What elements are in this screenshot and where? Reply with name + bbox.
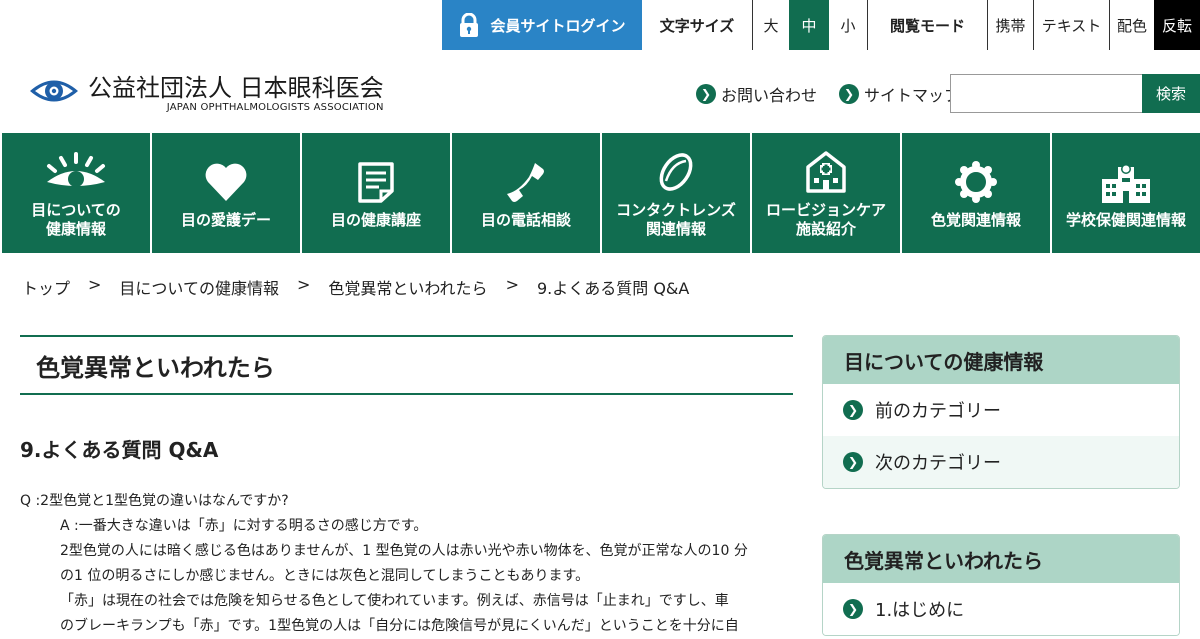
qa-block: Q :2型色覚と1型色覚の違いはなんですか? A :一番大きな違いは「赤」に対す…: [20, 489, 793, 639]
nav-label: 学校保健関連情報: [1065, 210, 1186, 229]
sidebar-item-label: 次のカテゴリー: [875, 453, 1001, 474]
sidebar-category-nav: 目についての健康情報 ❯ 前のカテゴリー ❯ 次のカテゴリー: [822, 335, 1180, 489]
section-title: 9.よくある質問 Q&A: [20, 438, 219, 462]
font-size-medium-button[interactable]: 中: [789, 0, 829, 50]
chevron-right-icon: ❯: [839, 84, 860, 104]
sidebar-item-label: 1.はじめに: [875, 600, 965, 621]
eye-icon: [45, 149, 107, 195]
search-button[interactable]: 検索: [1142, 74, 1200, 113]
logo-text: 公益社団法人 日本眼科医会 JAPAN OPHTHALMOLOGISTS ASS…: [88, 74, 384, 113]
sidebar-item-intro[interactable]: ❯ 1.はじめに: [823, 583, 1179, 635]
facility-icon: [806, 149, 846, 195]
nav-item-eye-health[interactable]: 目についての 健康情報: [2, 133, 150, 253]
chevron-right-icon: ❯: [696, 84, 716, 104]
answer-line: 「赤」は現在の社会では危険を知らせる色として使われています。例えば、赤信号は「止…: [60, 593, 729, 609]
font-size-large-button[interactable]: 大: [752, 0, 789, 50]
view-mode-label: 閲覧モード: [867, 0, 987, 50]
page-title: 色覚異常といわれたら: [20, 335, 793, 395]
font-size-small-button[interactable]: 小: [829, 0, 867, 50]
nav-label: ロービジョンケア 施設紹介: [765, 201, 886, 238]
nav-item-school-health[interactable]: 学校保健関連情報: [1050, 133, 1200, 253]
mobile-mode-button[interactable]: 携帯: [987, 0, 1033, 50]
search-input[interactable]: [950, 74, 1142, 113]
question-text: Q :2型色覚と1型色覚の違いはなんですか?: [20, 493, 289, 509]
contact-link-label: お問い合わせ: [721, 86, 818, 105]
answer-line: A :一番大きな違いは「赤」に対する明るさの感じ方です。: [60, 518, 428, 534]
breadcrumb: トップ > 目についての健康情報 > 色覚異常といわれたら > 9.よくある質問…: [22, 275, 689, 299]
font-size-label: 文字サイズ: [659, 16, 735, 35]
breadcrumb-separator: >: [296, 275, 311, 294]
main-content: 色覚異常といわれたら 9.よくある質問 Q&A Q :2型色覚と1型色覚の違いは…: [20, 335, 793, 639]
breadcrumb-item-color-vision[interactable]: 色覚異常といわれたら: [328, 275, 487, 299]
sidebar-item-next-category[interactable]: ❯ 次のカテゴリー: [823, 436, 1179, 488]
phone-icon: [505, 159, 547, 205]
answer-line: の1 位の明るさにしか感じません。ときには灰色と混同してしまうこともあります。: [60, 568, 590, 584]
document-icon: [357, 159, 395, 205]
nav-item-eye-lecture[interactable]: 目の健康講座: [300, 133, 450, 253]
header-links: ❯ お問い合わせ ❯ サイトマップ: [696, 82, 960, 106]
sitemap-link-label: サイトマップ: [864, 86, 961, 105]
eye-logo-icon: [28, 76, 80, 110]
search-form: 検索: [950, 74, 1200, 113]
nav-label: 目の電話相談: [480, 210, 571, 229]
chevron-right-icon: ❯: [843, 452, 863, 472]
breadcrumb-item-eye-health[interactable]: 目についての健康情報: [119, 275, 279, 299]
nav-label: 目についての 健康情報: [31, 201, 121, 238]
breadcrumb-separator: >: [88, 275, 102, 294]
color-ring-icon: [955, 159, 997, 205]
member-login-button[interactable]: 会員サイトログイン: [442, 0, 642, 50]
heart-icon: [204, 159, 248, 205]
text-mode-button[interactable]: テキスト: [1033, 0, 1109, 50]
lock-icon: [458, 12, 480, 37]
answer-line: のブレーキランプも「赤」です。1型色覚の人は「自分には危険信号が見にくいんだ」と…: [60, 618, 739, 634]
member-login-label: 会員サイトログイン: [490, 16, 626, 35]
nav-item-eye-day[interactable]: 目の愛護デー: [150, 133, 300, 253]
nav-item-color-vision[interactable]: 色覚関連情報: [900, 133, 1050, 253]
contact-link[interactable]: ❯ お問い合わせ: [696, 82, 817, 106]
utility-bar: 会員サイトログイン 文字サイズ 大 中 小 閲覧モード 携帯 テキスト 配色 反…: [442, 0, 1200, 50]
sitemap-link[interactable]: ❯ サイトマップ: [839, 82, 960, 106]
site-logo[interactable]: 公益社団法人 日本眼科医会 JAPAN OPHTHALMOLOGISTS ASS…: [28, 74, 384, 113]
color-mode-button[interactable]: 配色: [1109, 0, 1154, 50]
breadcrumb-item-top[interactable]: トップ: [22, 275, 70, 299]
chevron-right-icon: ❯: [843, 400, 863, 420]
school-icon: [1100, 159, 1152, 205]
logo-title: 公益社団法人 日本眼科医会: [88, 74, 384, 102]
breadcrumb-item-current: 9.よくある質問 Q&A: [536, 279, 690, 298]
nav-item-phone-consult[interactable]: 目の電話相談: [450, 133, 600, 253]
breadcrumb-separator: >: [505, 275, 519, 294]
sidebar-item-prev-category[interactable]: ❯ 前のカテゴリー: [823, 384, 1179, 436]
nav-label: コンタクトレンズ 関連情報: [616, 201, 736, 238]
sidebar-heading: 目についての健康情報: [823, 336, 1179, 384]
nav-item-contact-lens[interactable]: コンタクトレンズ 関連情報: [600, 133, 750, 253]
sidebar-heading: 色覚異常といわれたら: [823, 535, 1179, 583]
contact-lens-icon: [656, 149, 696, 195]
chevron-right-icon: ❯: [843, 599, 863, 619]
nav-label: 目の愛護デー: [180, 210, 271, 229]
sidebar-section-nav: 色覚異常といわれたら ❯ 1.はじめに: [822, 534, 1180, 636]
logo-subtitle: JAPAN OPHTHALMOLOGISTS ASSOCIATION: [166, 102, 384, 113]
nav-label: 目の健康講座: [330, 210, 421, 229]
sidebar-item-label: 前のカテゴリー: [875, 401, 1001, 422]
invert-mode-button[interactable]: 反転: [1154, 0, 1200, 50]
nav-item-low-vision[interactable]: ロービジョンケア 施設紹介: [750, 133, 900, 253]
main-nav: 目についての 健康情報 目の愛護デー 目の健康講座 目の電話相談 コンタクトレン…: [0, 133, 1200, 253]
answer-line: 2型色覚の人には暗く感じる色はありませんが、1 型色覚の人は赤い光や赤い物体を、…: [60, 543, 748, 559]
nav-label: 色覚関連情報: [930, 210, 1021, 229]
